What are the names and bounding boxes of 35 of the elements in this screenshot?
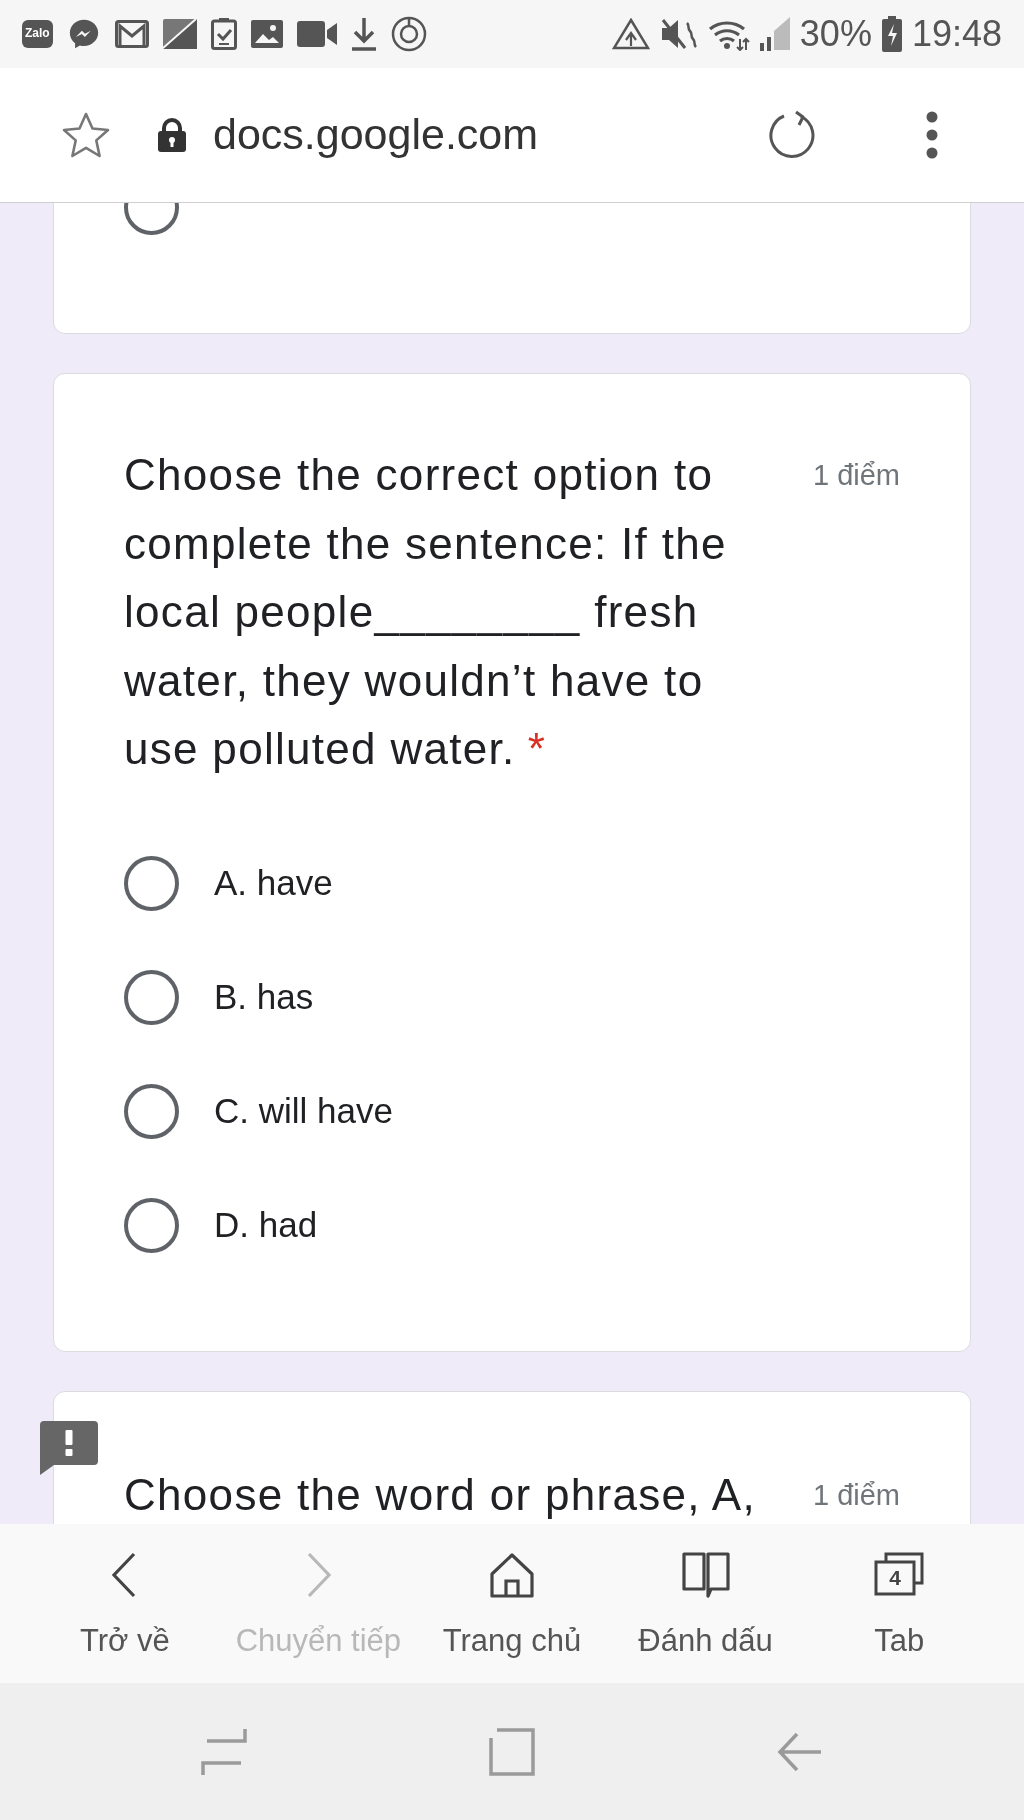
speaker-mute-icon	[659, 17, 698, 51]
video-camera-icon	[296, 21, 337, 47]
clock-time: 19:48	[911, 16, 1002, 52]
url-text[interactable]: docs.google.com	[213, 111, 539, 159]
home-button[interactable]: Trang chủ	[415, 1524, 609, 1683]
option-label[interactable]: B. has	[214, 976, 314, 1018]
ring-icon	[390, 16, 427, 52]
radio-button[interactable]	[124, 855, 179, 911]
radio-button[interactable]	[124, 1083, 179, 1139]
back-button[interactable]: Trở về	[28, 1524, 222, 1683]
option-label[interactable]: A. have	[214, 862, 333, 904]
battery-charging-icon	[881, 16, 902, 52]
tabs-button[interactable]: 4 Tab	[802, 1524, 996, 1683]
option-label[interactable]: D. had	[214, 1204, 318, 1246]
battery-percent: 30%	[799, 16, 872, 52]
diagonal-square-icon	[162, 19, 197, 49]
download-icon	[350, 17, 377, 51]
option-label[interactable]: C. will have	[214, 1090, 393, 1132]
open-book-icon	[681, 1552, 730, 1598]
menu-icon[interactable]	[926, 111, 938, 159]
points-label: 1 điểm	[812, 458, 900, 493]
clipboard-check-icon	[210, 18, 237, 50]
star-icon[interactable]	[62, 112, 110, 158]
app-badge: Zalo	[22, 20, 53, 48]
triangle-arrows-icon	[611, 18, 650, 50]
bookmarks-button[interactable]: Đánh dấu	[608, 1524, 803, 1683]
radio-button[interactable]	[124, 969, 179, 1025]
home-icon	[489, 1552, 535, 1598]
question-text: Choose the word or phrase, A,	[124, 1468, 758, 1521]
radio-button[interactable]	[124, 1197, 179, 1253]
points-label: 1 điểm	[812, 1477, 900, 1513]
signal-icon	[759, 17, 790, 51]
question-text: Choose the correct option to complete the sentence: If the local people________ fresh water, they wouldn’t have to use polluted water. *	[124, 449, 728, 775]
image-icon	[250, 20, 283, 48]
mail-icon	[114, 20, 149, 48]
